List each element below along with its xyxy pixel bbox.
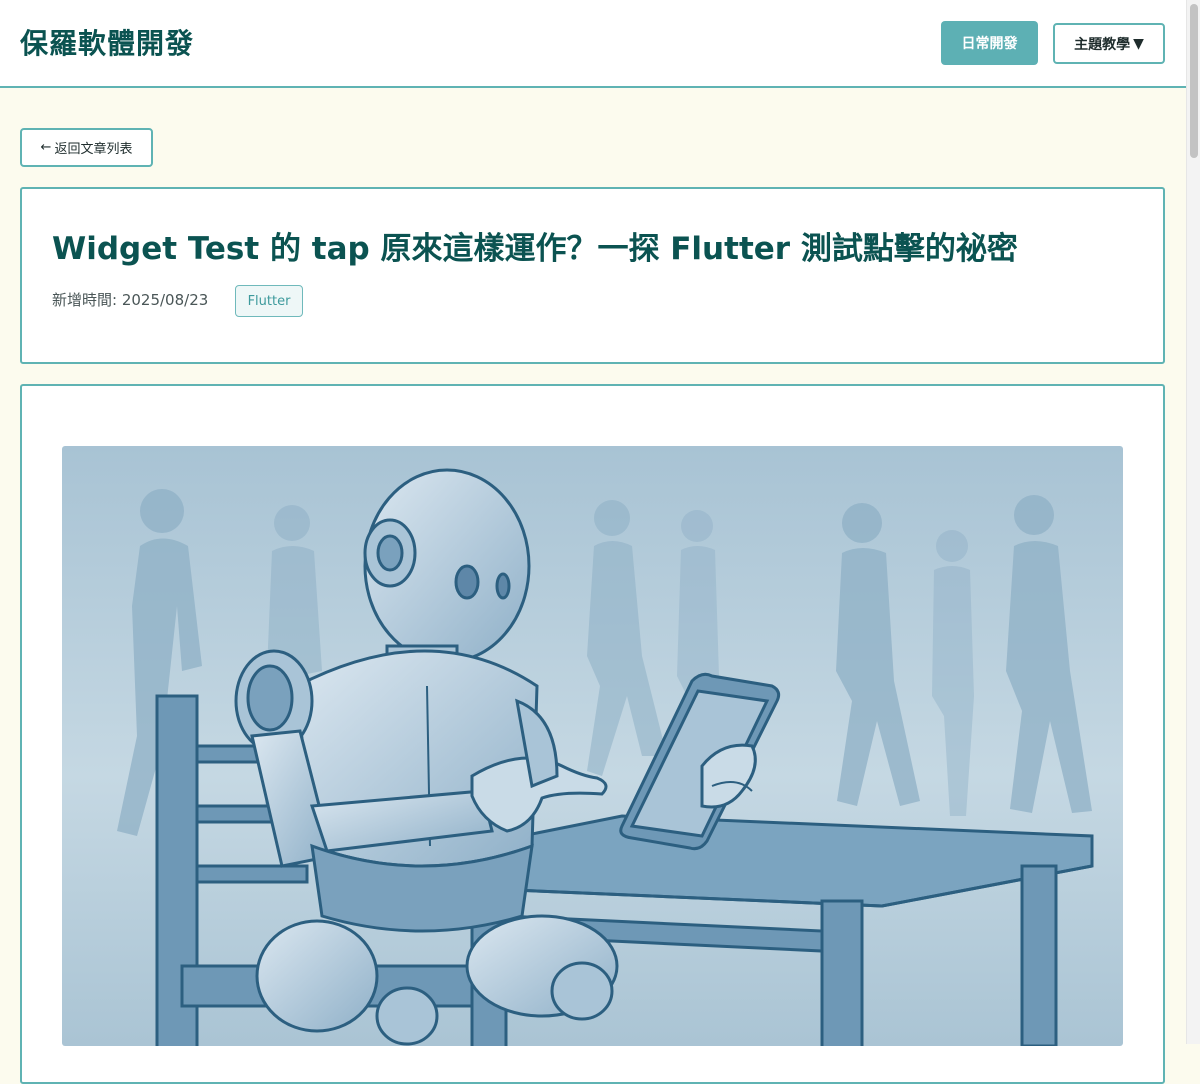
nav-topics-label: 主題教學 (1074, 36, 1131, 53)
page-scrollbar[interactable] (1186, 0, 1200, 1044)
site-title[interactable]: 保羅軟體開發 (20, 22, 194, 62)
article-date: 新增時間: 2025/08/23 (52, 291, 209, 309)
back-button-label: 返回文章列表 (54, 142, 133, 157)
scroll-thumb[interactable] (1190, 4, 1198, 158)
hero-image (62, 446, 1123, 1046)
site-header: 保羅軟體開發 日常開發 主題教學 ▼ (0, 0, 1186, 88)
arrow-left-icon: ← (40, 140, 52, 155)
robot-tablet-illustration (62, 446, 1123, 1046)
nav-daily-dev-button[interactable]: 日常開發 (941, 21, 1038, 65)
article-tag[interactable]: Flutter (235, 285, 303, 317)
triangle-down-icon: ▼ (1133, 35, 1144, 52)
article-header-card: Widget Test 的 tap 原來這樣運作？一探 Flutter 測試點擊… (20, 187, 1165, 364)
nav-topics-dropdown[interactable]: 主題教學 ▼ (1053, 23, 1165, 64)
article-content-card (20, 384, 1165, 1084)
article-title: Widget Test 的 tap 原來這樣運作？一探 Flutter 測試點擊… (52, 231, 1018, 267)
back-to-list-button[interactable]: ← 返回文章列表 (20, 128, 153, 167)
